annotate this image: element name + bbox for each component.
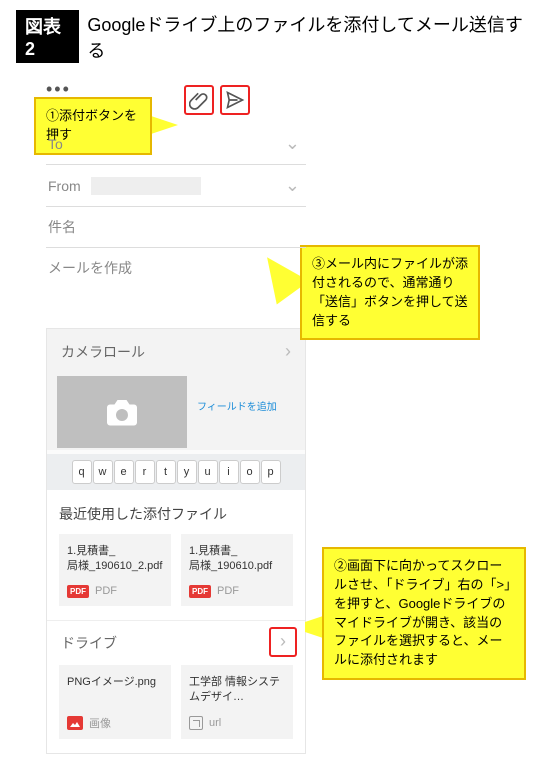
file-name: PNGイメージ.png: [67, 675, 163, 705]
keyboard-row: qwertyuiop: [47, 454, 305, 490]
camera-tile[interactable]: [57, 376, 187, 448]
chevron-right-icon: ›: [280, 631, 286, 652]
body-field[interactable]: メールを作成: [46, 248, 306, 288]
mail-compose-panel: ••• To ⌄ From ⌄ 件名 メールを作成: [46, 79, 306, 288]
more-button[interactable]: •••: [46, 79, 306, 100]
to-field-row[interactable]: To ⌄: [46, 123, 306, 165]
attach-button[interactable]: [184, 85, 214, 115]
illustration-stage: ①添付ボタンを押す ③メール内にファイルが添付されるので、通常通り「送信」ボタン…: [0, 75, 550, 774]
drive-file-card[interactable]: PNGイメージ.png 画像: [59, 665, 171, 739]
pdf-badge-icon: PDF: [67, 585, 89, 598]
add-field-link[interactable]: フィールドを追加: [197, 376, 277, 413]
drive-section[interactable]: ドライブ ›: [47, 620, 305, 665]
callout-step-2: ②画面下に向かってスクロールさせ、「ドライブ」右の「>」を押すと、Googleド…: [322, 547, 526, 680]
to-label: To: [48, 136, 63, 152]
from-value-redacted: [91, 177, 201, 195]
image-badge-icon: [67, 716, 83, 730]
figure-title: Googleドライブ上のファイルを添付してメール送信する: [87, 11, 534, 63]
from-label: From: [48, 178, 81, 194]
figure-number-badge: 図表2: [16, 10, 79, 63]
figure-header: 図表2 Googleドライブ上のファイルを添付してメール送信する: [0, 0, 550, 75]
file-type-label: url: [209, 717, 221, 729]
file-name: 1.見積書_局様_190610.pdf: [189, 544, 285, 575]
send-icon: [225, 90, 245, 110]
camera-roll-preview: フィールドを追加: [47, 374, 305, 450]
keyboard-key[interactable]: p: [261, 460, 281, 484]
url-badge-icon: [189, 716, 203, 730]
body-placeholder: メールを作成: [48, 258, 132, 278]
file-name: 1.見積書_局様_190610_2.pdf: [67, 544, 163, 575]
keyboard-key[interactable]: u: [198, 460, 218, 484]
drive-files-grid: PNGイメージ.png 画像 工学部 情報システムデザイ… url: [47, 665, 305, 753]
file-type-label: 画像: [89, 715, 111, 731]
keyboard-key[interactable]: y: [177, 460, 197, 484]
recent-files-title: 最近使用した添付ファイル: [47, 490, 305, 534]
camera-roll-label: カメラロール: [61, 342, 145, 362]
keyboard-key[interactable]: q: [72, 460, 92, 484]
from-field-row[interactable]: From ⌄: [46, 165, 306, 207]
chevron-down-icon: ⌄: [285, 175, 300, 196]
callout-step-3: ③メール内にファイルが添付されるので、通常通り「送信」ボタンを押して送信する: [300, 245, 480, 340]
recent-file-card[interactable]: 1.見積書_局様_190610.pdf PDF PDF: [181, 534, 293, 606]
send-button[interactable]: [220, 85, 250, 115]
camera-roll-section[interactable]: カメラロール ›: [47, 329, 305, 374]
drive-label: ドライブ: [61, 633, 117, 653]
paperclip-icon: [189, 90, 209, 110]
subject-placeholder: 件名: [48, 217, 76, 237]
recent-file-card[interactable]: 1.見積書_局様_190610_2.pdf PDF PDF: [59, 534, 171, 606]
file-type-label: PDF: [217, 585, 239, 597]
file-type-label: PDF: [95, 585, 117, 597]
subject-field[interactable]: 件名: [46, 207, 306, 248]
keyboard-key[interactable]: w: [93, 460, 113, 484]
keyboard-key[interactable]: r: [135, 460, 155, 484]
drive-file-card[interactable]: 工学部 情報システムデザイ… url: [181, 665, 293, 739]
keyboard-key[interactable]: i: [219, 460, 239, 484]
chevron-down-icon: ⌄: [285, 133, 300, 154]
file-name: 工学部 情報システムデザイ…: [189, 675, 285, 706]
keyboard-key[interactable]: o: [240, 460, 260, 484]
recent-files-grid: 1.見積書_局様_190610_2.pdfPDFPDF1.見積書_局様_1906…: [47, 534, 305, 620]
keyboard-key[interactable]: t: [156, 460, 176, 484]
camera-icon: [104, 397, 140, 427]
keyboard-key[interactable]: e: [114, 460, 134, 484]
compose-toolbar: •••: [46, 79, 306, 123]
pdf-badge-icon: PDF: [189, 585, 211, 598]
drive-open-button[interactable]: ›: [269, 627, 297, 657]
attachment-picker-panel: カメラロール › フィールドを追加 qwertyuiop 最近使用した添付ファイ…: [46, 328, 306, 754]
chevron-right-icon: ›: [285, 341, 291, 362]
